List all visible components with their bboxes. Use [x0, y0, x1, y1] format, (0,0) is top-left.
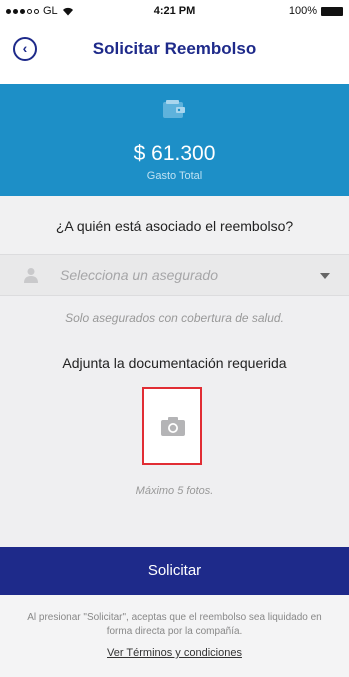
terms-link[interactable]: Ver Términos y condiciones [0, 647, 349, 659]
insured-select-placeholder: Selecciona un asegurado [60, 267, 219, 283]
navigation-bar: ‹ Solicitar Reembolso [0, 22, 349, 84]
dropdown-caret-icon [320, 273, 330, 279]
page-title: Solicitar Reembolso [92, 39, 257, 58]
battery-percent: 100% [288, 5, 317, 17]
max-photos-note: Máximo 5 fotos. [135, 485, 214, 497]
total-amount: $ 61.300 [133, 142, 216, 165]
submit-button[interactable]: Solicitar [0, 547, 349, 595]
attach-documentation-title: Adjunta la documentación requerida [62, 355, 287, 371]
association-question: ¿A quién está asociado el reembolso? [55, 218, 294, 234]
total-amount-label: Gasto Total [146, 170, 203, 182]
insured-select[interactable]: Selecciona un asegurado [0, 254, 349, 296]
user-icon [24, 268, 38, 283]
association-question-section: ¿A quién está asociado el reembolso? [0, 196, 349, 254]
coverage-note: Solo asegurados con cobertura de salud. [65, 311, 284, 325]
total-expense-summary: $ 61.300 Gasto Total [0, 84, 349, 196]
battery-area: 100% [289, 5, 343, 17]
status-bar: GL 4:21 PM 100% [0, 0, 349, 22]
terms-section: Al presionar "Solicitar", aceptas que el… [0, 595, 349, 677]
camera-icon [161, 417, 185, 436]
add-photo-button[interactable] [142, 387, 202, 465]
battery-icon [321, 6, 343, 16]
wallet-icon [163, 100, 185, 118]
terms-disclaimer: Al presionar "Solicitar", aceptas que el… [27, 612, 322, 637]
